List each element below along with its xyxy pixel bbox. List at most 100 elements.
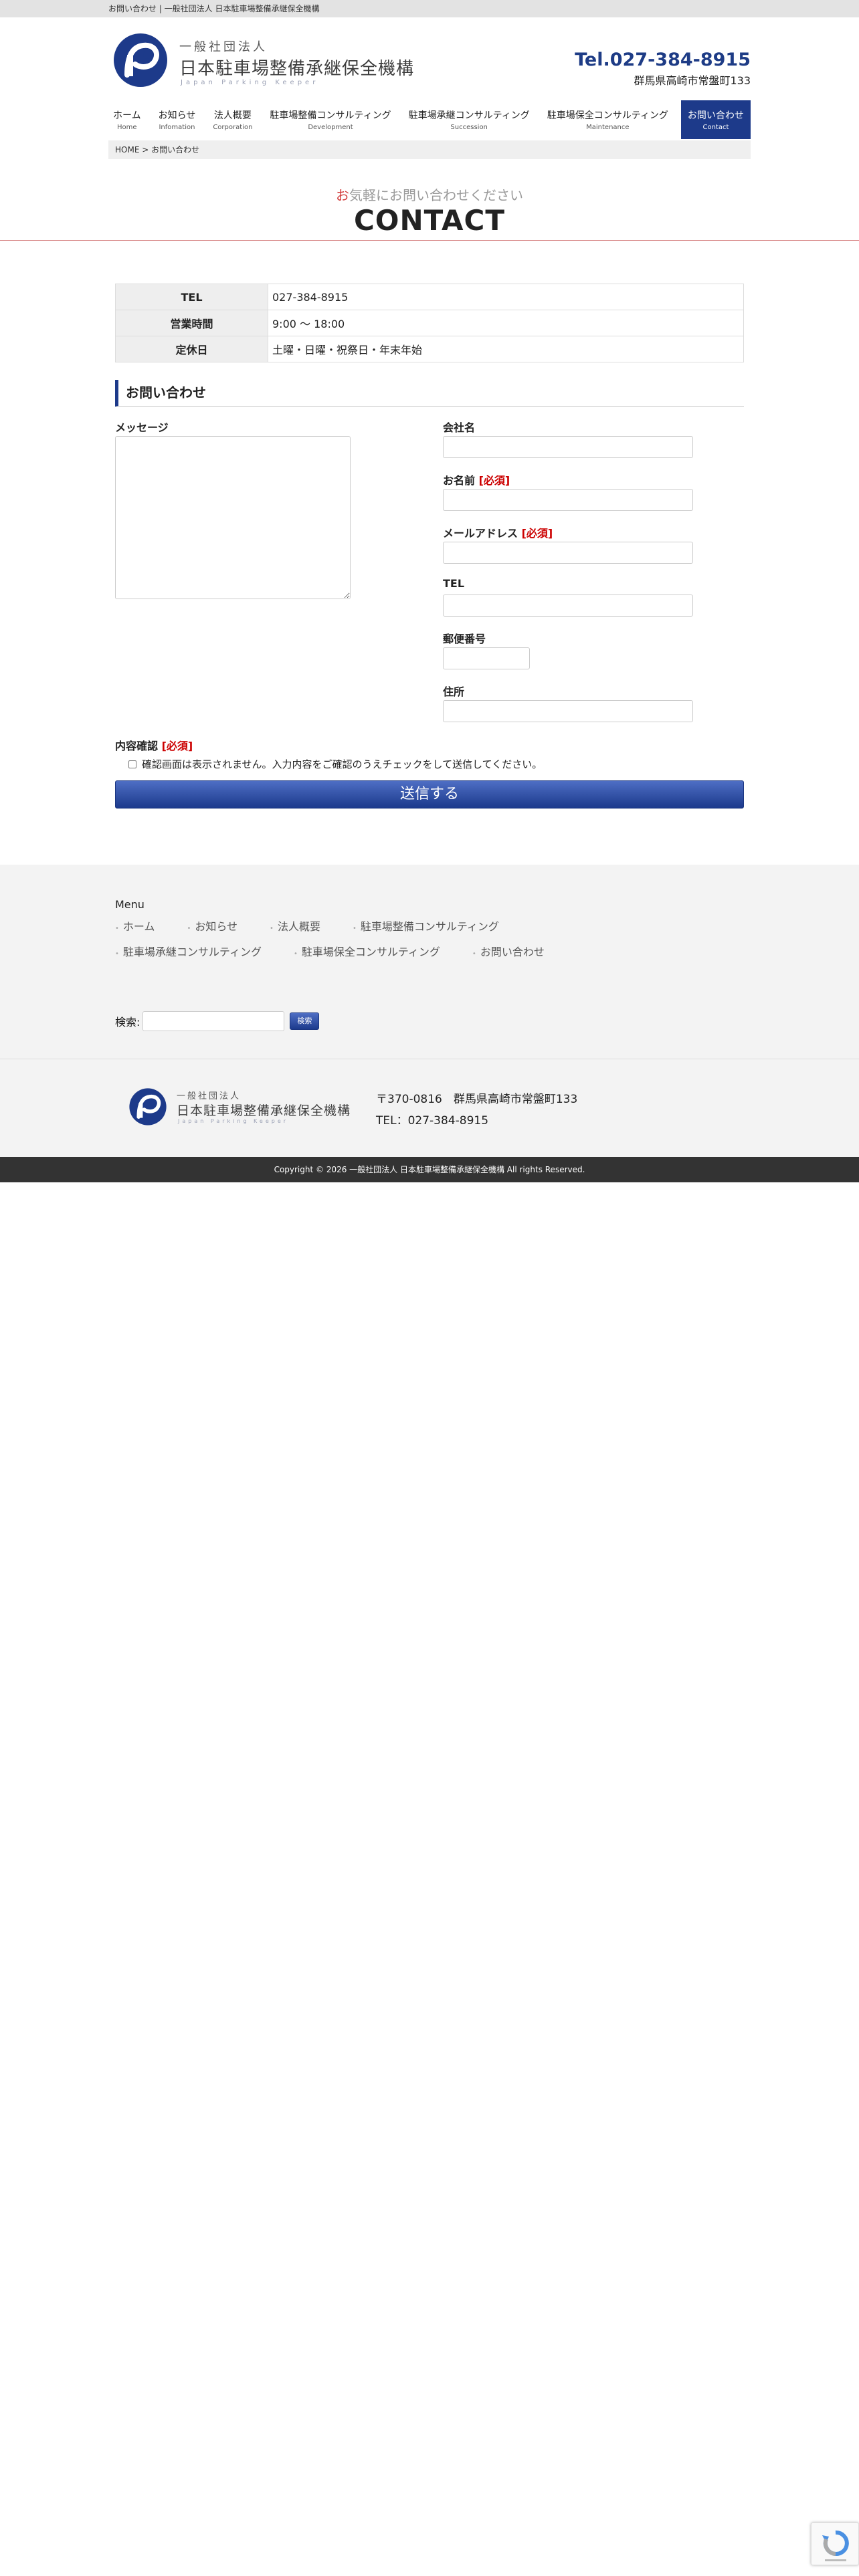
nav-item-contact[interactable]: お問い合わせ Contact <box>680 100 751 139</box>
footer-menu-item-maintenance[interactable]: • 駐車場保全コンサルティング <box>294 943 440 959</box>
page-title: CONTACT <box>353 204 506 237</box>
recaptcha-icon <box>822 2530 849 2561</box>
footer-menu: • ホーム • お知らせ • 法人概要 • 駐車場整備コンサルティング • 駐車場承継コン… <box>115 918 704 968</box>
info-label: 営業時間 <box>115 310 268 336</box>
nav-item-home[interactable]: ホーム Home <box>108 100 146 139</box>
tel-input[interactable] <box>443 595 693 617</box>
nav-item-label: お問い合わせ <box>687 110 744 121</box>
nav-item-label: お知らせ <box>158 110 196 121</box>
footer-menu-label: 駐車場承継コンサルティング <box>122 946 262 958</box>
bullet-icon: • <box>472 950 476 958</box>
nav-item-label: 駐車場承継コンサルティング <box>408 110 530 121</box>
footer-tel: TEL：027-384-8915 <box>376 1114 489 1128</box>
zip-input[interactable] <box>443 647 530 669</box>
nav-item-succession[interactable]: 駐車場承継コンサルティング Succession <box>404 100 535 139</box>
submit-button[interactable]: 送信する <box>115 780 744 809</box>
parking-p-logo-icon <box>114 33 167 87</box>
catch-first-char: お <box>336 187 349 203</box>
table-row: 営業時間 9:00 〜 18:00 <box>115 310 744 336</box>
search-button[interactable]: 検索 <box>290 1012 320 1030</box>
logo-english: Japan Parking Keeper <box>178 1118 289 1124</box>
recaptcha-badge[interactable] <box>811 2523 859 2565</box>
company-label: 会社名 <box>443 421 476 434</box>
info-label: TEL <box>115 284 268 310</box>
site-logo[interactable]: 一般社団法人 日本駐車場整備承継保全機構 Japan Parking Keepe… <box>112 32 413 90</box>
name-input[interactable] <box>443 489 693 511</box>
header-contact: Tel.027-384-8915 群馬県高崎市常盤町133 <box>575 49 751 88</box>
nav-item-label: 駐車場整備コンサルティング <box>270 110 391 121</box>
footer-menu-label: お問い合わせ <box>480 946 545 958</box>
global-nav: ホーム Home お知らせ Infomation 法人概要 Corporation 駐… <box>108 100 751 139</box>
footer-search: 検索: 検索 <box>115 1011 744 1031</box>
address-label: 住所 <box>443 685 465 698</box>
email-input[interactable] <box>443 542 693 564</box>
name-label-text: お名前 <box>443 474 476 487</box>
search-label: 検索: <box>115 1016 140 1029</box>
confirm-block: 内容確認 [必須] 確認画面は表示されません。入力内容をご確認のうえチェックをし… <box>115 737 744 771</box>
info-label: 定休日 <box>115 336 268 362</box>
required-badge: [必須] <box>478 474 510 487</box>
logo-english: Japan Parking Keeper <box>181 79 319 86</box>
header-tel[interactable]: Tel.027-384-8915 <box>575 49 751 70</box>
bullet-icon: • <box>352 925 357 932</box>
bullet-icon: • <box>270 925 274 932</box>
nav-item-development[interactable]: 駐車場整備コンサルティング Development <box>265 100 395 139</box>
top-bar: お問い合わせ | 一般社団法人 日本駐車場整備承継保全機構 <box>0 0 859 17</box>
form-right-column: 会社名 お名前 [必須] メールアドレス [必須] TEL 郵便番号 住所 <box>443 419 744 736</box>
logo-title: 日本駐車場整備承継保全機構 <box>179 59 415 79</box>
form-section-title: お問い合わせ <box>115 380 744 407</box>
page-catchphrase: お気軽にお問い合わせください <box>0 185 859 204</box>
page-header: お気軽にお問い合わせください CONTACT <box>0 185 859 237</box>
search-input[interactable] <box>142 1011 285 1031</box>
footer-menu-item-succession[interactable]: • 駐車場承継コンサルティング <box>115 943 262 959</box>
confirm-checkbox[interactable] <box>128 760 136 768</box>
confirm-checkbox-row[interactable]: 確認画面は表示されません。入力内容をご確認のうえチェックをして送信してください。 <box>128 757 744 771</box>
confirm-checkbox-text: 確認画面は表示されません。入力内容をご確認のうえチェックをして送信してください。 <box>142 758 543 770</box>
breadcrumb-home-link[interactable]: HOME <box>115 145 139 154</box>
contact-info-table: TEL 027-384-8915 営業時間 9:00 〜 18:00 定休日 土曜・日… <box>115 284 744 362</box>
required-badge: [必須] <box>521 527 553 540</box>
logo-subtitle: 一般社団法人 <box>177 1091 242 1101</box>
footer-menu-item-corporation[interactable]: • 法人概要 <box>270 918 320 934</box>
tel-label: TEL <box>443 577 465 590</box>
address-input[interactable] <box>443 700 693 722</box>
confirm-label-text: 内容確認 <box>115 740 159 752</box>
nav-item-sublabel: Maintenance <box>586 124 630 131</box>
bullet-icon: • <box>293 950 298 958</box>
bullet-icon: • <box>115 925 119 932</box>
logo-title: 日本駐車場整備承継保全機構 <box>177 1103 351 1118</box>
footer-postal-address: 〒370-0816 群馬県高崎市常盤町133 <box>376 1093 578 1106</box>
email-label-text: メールアドレス <box>443 527 518 540</box>
info-value: 土曜・日曜・祝祭日・年末年始 <box>268 336 744 362</box>
name-label: お名前 [必須] <box>443 471 744 487</box>
bullet-icon: • <box>187 925 191 932</box>
message-textarea[interactable] <box>115 436 351 599</box>
logo-subtitle: 一般社団法人 <box>179 40 268 54</box>
nav-item-news[interactable]: お知らせ Infomation <box>154 100 201 139</box>
nav-item-maintenance[interactable]: 駐車場保全コンサルティング Maintenance <box>543 100 673 139</box>
nav-item-sublabel: Succession <box>450 124 488 131</box>
company-input[interactable] <box>443 436 693 458</box>
footer-main: 一般社団法人 日本駐車場整備承継保全機構 Japan Parking Keepe… <box>0 1059 859 1157</box>
footer-menu-item-home[interactable]: • ホーム <box>115 918 155 934</box>
top-bar-text: お問い合わせ | 一般社団法人 日本駐車場整備承継保全機構 <box>108 4 320 13</box>
table-row: 定休日 土曜・日曜・祝祭日・年末年始 <box>115 336 744 362</box>
nav-item-sublabel: Contact <box>702 124 729 131</box>
footer-menu-item-contact[interactable]: • お問い合わせ <box>472 943 545 959</box>
nav-item-label: ホーム <box>113 110 141 121</box>
nav-item-corporation[interactable]: 法人概要 Corporation <box>208 100 257 139</box>
confirm-label: 内容確認 [必須] <box>115 737 744 752</box>
footer-menu-label: 駐車場整備コンサルティング <box>360 920 499 933</box>
nav-item-label: 法人概要 <box>213 110 252 121</box>
footer-menu-label: ホーム <box>122 920 155 933</box>
footer-address-block: 〒370-0816 群馬県高崎市常盤町133 TEL：027-384-8915 <box>376 1089 577 1132</box>
info-value: 027-384-8915 <box>268 284 744 310</box>
footer-logo[interactable]: 一般社団法人 日本駐車場整備承継保全機構 Japan Parking Keepe… <box>128 1087 350 1128</box>
copyright: Copyright © 2026 一般社団法人 日本駐車場整備承継保全機構 Al… <box>0 1157 859 1182</box>
header-address: 群馬県高崎市常盤町133 <box>634 74 751 87</box>
breadcrumb-separator: > <box>142 145 149 154</box>
footer-menu-item-development[interactable]: • 駐車場整備コンサルティング <box>353 918 499 934</box>
footer-menu-title: Menu <box>115 898 145 911</box>
footer-menu-item-news[interactable]: • お知らせ <box>187 918 237 934</box>
nav-item-label: 駐車場保全コンサルティング <box>547 110 668 121</box>
